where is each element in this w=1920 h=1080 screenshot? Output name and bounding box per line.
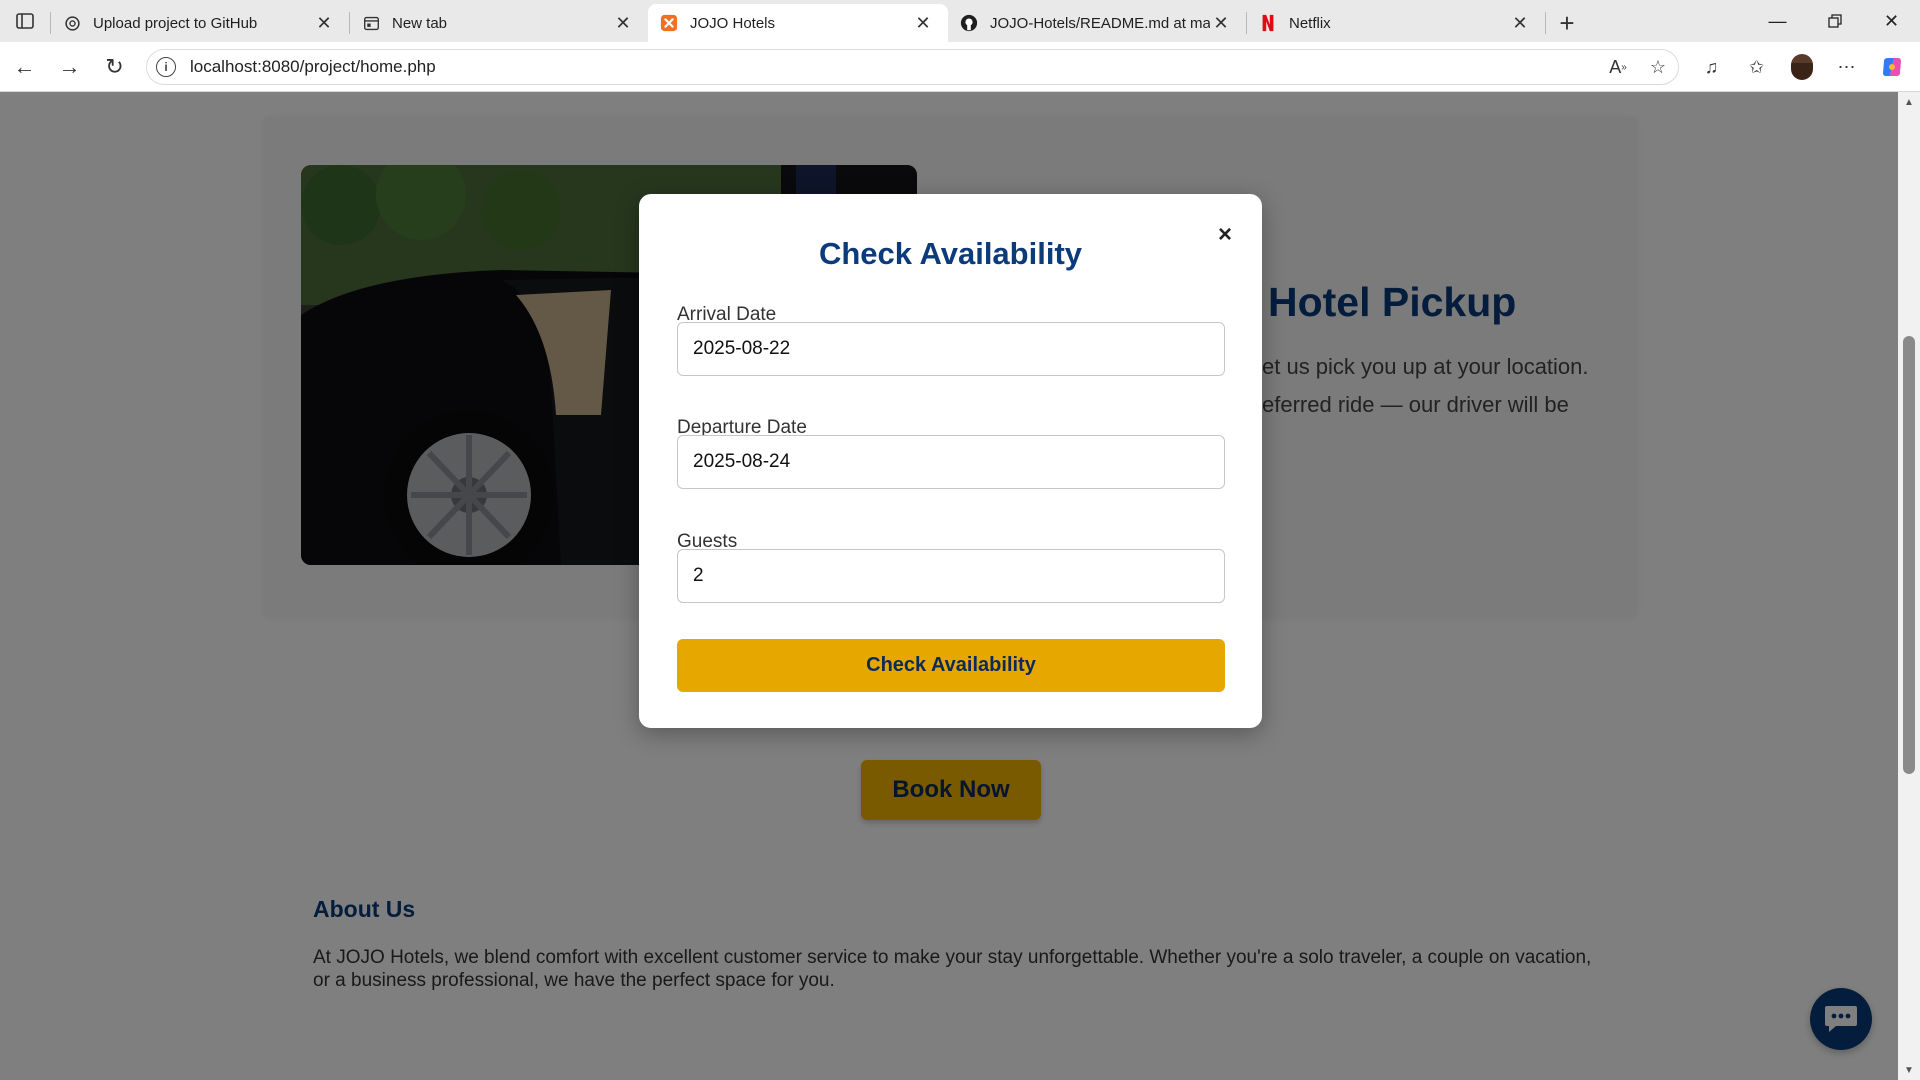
openai-icon <box>63 14 81 32</box>
tab-close-icon[interactable]: ✕ <box>612 12 634 34</box>
tab-close-icon[interactable]: ✕ <box>912 12 934 34</box>
departure-date-input[interactable] <box>677 435 1225 489</box>
tab-jojo-hotels[interactable]: JOJO Hotels ✕ <box>648 4 948 42</box>
xampp-icon <box>660 14 678 32</box>
tab-upload-project[interactable]: Upload project to GitHub ✕ <box>51 4 349 42</box>
scrollbar-thumb[interactable] <box>1903 336 1915 774</box>
avatar <box>1790 54 1813 80</box>
modal-title: Check Availability <box>818 236 1083 271</box>
tab-actions-icon <box>16 13 34 29</box>
scroll-down-arrow-icon[interactable]: ▼ <box>1898 1060 1920 1080</box>
window-controls: — ✕ <box>1749 0 1920 42</box>
favorites-button[interactable]: ✩ <box>1734 47 1779 87</box>
restore-icon <box>1827 14 1842 28</box>
newtab-icon <box>362 14 380 32</box>
browser-tools: ♫ ✩ ⋯ <box>1689 47 1914 87</box>
guests-input[interactable] <box>677 549 1225 603</box>
arrow-right-icon: → <box>58 53 81 79</box>
read-aloud-icon[interactable]: A» <box>1598 57 1638 78</box>
profile-button[interactable] <box>1779 47 1824 87</box>
copilot-button[interactable] <box>1869 47 1914 87</box>
close-icon: ✕ <box>1883 10 1900 31</box>
close-window-button[interactable]: ✕ <box>1863 0 1920 42</box>
browser-toolbar: ← → ↻ i localhost:8080/project/home.php … <box>0 42 1920 92</box>
page-viewport: Hotel Pickup et us pick you up at your l… <box>0 92 1920 1080</box>
tab-close-icon[interactable]: ✕ <box>1210 12 1232 34</box>
tab-new-tab[interactable]: New tab ✕ <box>350 4 648 42</box>
tab-title: New tab <box>392 14 448 32</box>
scroll-up-arrow-icon[interactable]: ▲ <box>1898 92 1920 112</box>
copilot-icon <box>1882 58 1901 76</box>
url-text[interactable]: localhost:8080/project/home.php <box>190 57 1598 77</box>
tab-title: Upload project to GitHub <box>93 14 258 32</box>
restore-button[interactable] <box>1806 0 1863 42</box>
music-note-icon: ♫ <box>1704 56 1719 77</box>
reload-icon: ↻ <box>105 53 124 79</box>
page-scrollbar[interactable]: ▲ ▼ <box>1898 92 1920 1080</box>
check-availability-modal: × Check Availability Arrival Date Depart… <box>639 194 1262 728</box>
ellipsis-icon: ⋯ <box>1837 56 1856 77</box>
tab-title: JOJO-Hotels/README.md at main <box>990 14 1210 32</box>
address-bar[interactable]: i localhost:8080/project/home.php A» ☆ <box>146 49 1679 85</box>
back-button[interactable]: ← <box>2 47 47 87</box>
reload-button[interactable]: ↻ <box>92 47 137 87</box>
tab-title: Netflix <box>1289 14 1331 32</box>
tab-github-readme[interactable]: JOJO-Hotels/README.md at main ✕ <box>948 4 1246 42</box>
plus-icon: + <box>1559 7 1575 38</box>
tab-close-icon[interactable]: ✕ <box>313 12 335 34</box>
favorites-icon: ✩ <box>1748 56 1765 77</box>
favorite-star-icon[interactable]: ☆ <box>1638 57 1678 78</box>
browser-tab-bar: Upload project to GitHub ✕ New tab ✕ JOJ… <box>0 0 1920 42</box>
check-availability-button[interactable]: Check Availability <box>677 639 1225 692</box>
netflix-icon <box>1259 14 1277 32</box>
tab-close-icon[interactable]: ✕ <box>1509 12 1531 34</box>
tab-netflix[interactable]: Netflix ✕ <box>1247 4 1545 42</box>
minimize-button[interactable]: — <box>1749 0 1806 42</box>
forward-button[interactable]: → <box>47 47 92 87</box>
new-tab-button[interactable]: + <box>1546 4 1588 42</box>
media-button[interactable]: ♫ <box>1689 47 1734 87</box>
github-icon <box>960 14 978 32</box>
minimize-icon: — <box>1768 10 1787 31</box>
arrow-left-icon: ← <box>13 53 36 79</box>
site-info-icon[interactable]: i <box>156 57 176 77</box>
tab-title: JOJO Hotels <box>690 14 776 32</box>
home-page: Hotel Pickup et us pick you up at your l… <box>0 92 1898 1080</box>
arrival-date-input[interactable] <box>677 322 1225 376</box>
tab-actions-button[interactable] <box>0 0 50 42</box>
more-menu-button[interactable]: ⋯ <box>1824 47 1869 87</box>
